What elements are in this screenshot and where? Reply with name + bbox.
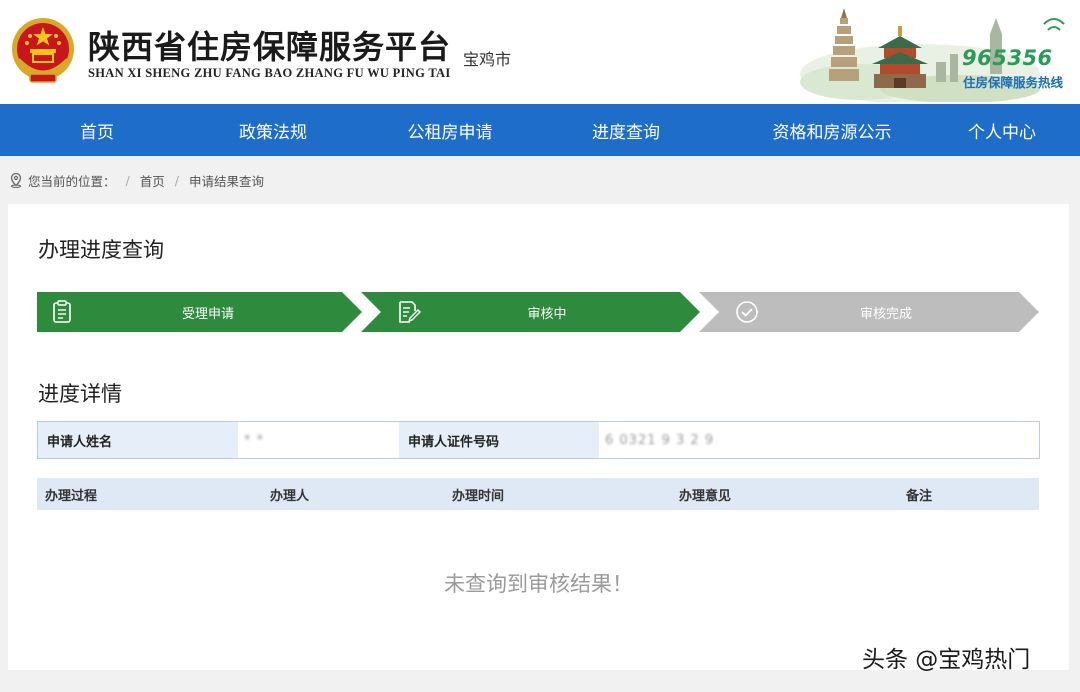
progress-table-header: 办理过程 办理人 办理时间 办理意见 备注 [37,478,1039,510]
detail-title: 进度详情 [38,382,122,406]
national-emblem-icon [12,18,74,83]
page-title: 办理进度查询 [38,238,164,262]
nav-item-rental-apply[interactable]: 公租房申请 [352,118,548,143]
applicant-id-text: 6 0321 9 3 2 9 [605,432,715,448]
col-remark: 备注 [906,488,933,504]
step-1-label: 受理申请 [181,307,235,322]
hotline-number: 965356 [962,46,1053,70]
breadcrumb-prefix: 您当前的位置： [28,173,116,189]
step-2-label: 审核中 [527,307,567,322]
site-header: 陕西省住房保障服务平台 SHAN XI SHENG ZHU FANG BAO Z… [0,0,1080,104]
hotline-label: 住房保障服务热线 [963,75,1064,90]
breadcrumb-home[interactable]: 首页 [140,171,165,190]
check-circle-icon [736,301,758,323]
col-process: 办理过程 [45,488,98,504]
col-handler: 办理人 [270,488,310,504]
progress-steps: 受理申请 审核中 审核完成 [37,292,1041,332]
watermark: 头条 @宝鸡热门 [862,647,1031,673]
city-label[interactable]: 宝鸡市 [463,46,511,70]
location-pin-icon [10,172,22,188]
breadcrumb: 您当前的位置： / 首页 / 申请结果查询 [8,170,264,190]
breadcrumb-current: 申请结果查询 [188,173,264,189]
empty-result-message: 未查询到审核结果！ [444,572,633,596]
nav-item-progress[interactable]: 进度查询 [548,118,704,143]
col-time: 办理时间 [452,488,505,504]
nav-item-publicity[interactable]: 资格和房源公示 [704,118,960,143]
applicant-name-value: * * [238,422,399,458]
applicant-name-label: 申请人姓名 [38,422,238,458]
nav-item-personal[interactable]: 个人中心 [960,118,1044,143]
nav-item-home[interactable]: 首页 [0,118,194,143]
main-nav: 首页 政策法规 公租房申请 进度查询 资格和房源公示 个人中心 [0,104,1080,156]
edit-document-icon [399,301,421,323]
applicant-name-text: * * [244,432,265,448]
breadcrumb-separator: / [125,172,130,188]
step-3-label: 审核完成 [859,307,913,322]
col-opinion: 办理意见 [679,488,732,504]
clipboard-icon [53,300,71,323]
breadcrumb-separator: / [174,172,179,188]
site-title: 陕西省住房保障服务平台 [88,28,452,66]
site-subtitle: SHAN XI SHENG ZHU FANG BAO ZHANG FU WU P… [88,66,451,80]
applicant-id-label: 申请人证件号码 [399,422,599,458]
applicant-id-value: 6 0321 9 3 2 9 [599,422,1039,458]
applicant-info-table: 申请人姓名 * * 申请人证件号码 6 0321 9 3 2 9 [37,421,1040,459]
nav-item-policy[interactable]: 政策法规 [194,118,352,143]
main-panel: 办理进度查询 受理申请 审核中 审核完成 进度详情 申请人姓名 * * 申请人证… [8,204,1069,670]
